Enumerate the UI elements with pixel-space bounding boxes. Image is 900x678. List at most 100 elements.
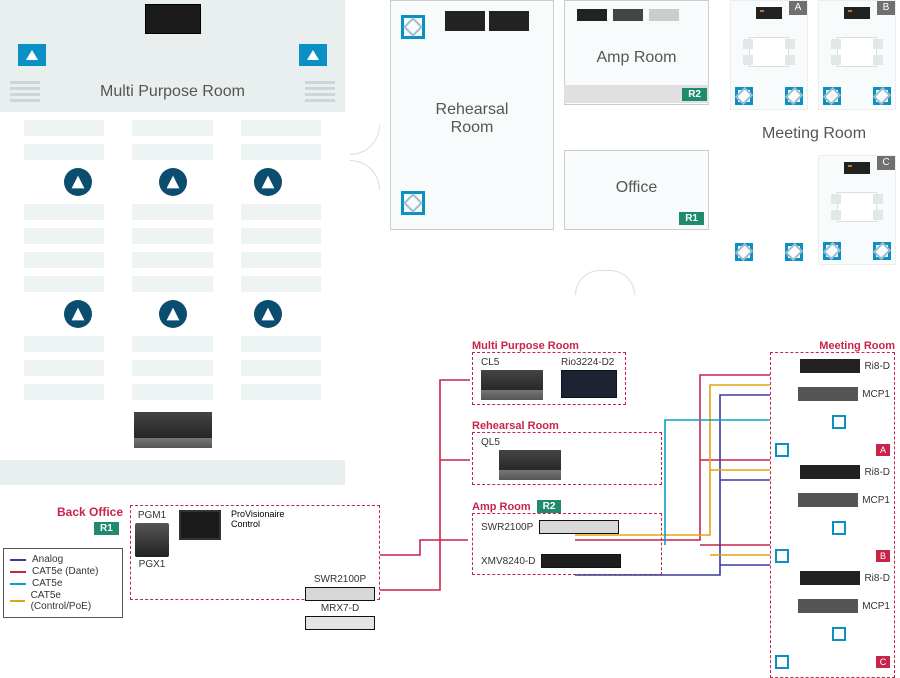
door-icon bbox=[575, 270, 605, 295]
room-office: Office R1 bbox=[564, 150, 709, 230]
foh-area bbox=[0, 400, 345, 460]
seat bbox=[24, 336, 104, 352]
chair bbox=[873, 210, 883, 220]
legend: Analog CAT5e (Dante) CAT5e CAT5e (Contro… bbox=[3, 548, 123, 618]
tile-badge: C bbox=[877, 156, 895, 170]
cell-speakers bbox=[819, 87, 895, 105]
list-item: Ri8-D bbox=[775, 569, 890, 587]
seat bbox=[24, 120, 104, 136]
list-item: Ri8-D bbox=[775, 357, 890, 375]
ceiling-speakers-row bbox=[0, 292, 345, 336]
sd-back-office-title: Back Office bbox=[57, 505, 123, 519]
chair bbox=[831, 39, 841, 49]
device-swr2100p: SWR2100P bbox=[481, 520, 653, 534]
wall-speaker-icon bbox=[401, 191, 425, 215]
device-cl5: CL5 bbox=[481, 357, 543, 400]
sd-amp: Amp Room R2 SWR2100P XMV8240-D bbox=[472, 500, 662, 575]
device-provisionaire bbox=[179, 510, 221, 540]
room-rehearsal: Rehearsal Room bbox=[390, 0, 554, 230]
seat bbox=[24, 384, 104, 400]
seat bbox=[132, 276, 212, 292]
rehearsal-devices bbox=[445, 11, 529, 31]
door-icon bbox=[350, 160, 380, 190]
legend-item: CAT5e (Control/PoE) bbox=[10, 590, 116, 612]
room-header: Multi Purpose Room bbox=[0, 72, 345, 112]
ri8d-icon bbox=[756, 7, 782, 19]
list-item bbox=[775, 519, 890, 537]
device-label: ProVisionaire Control bbox=[231, 510, 291, 530]
seat bbox=[24, 204, 104, 220]
device-swr2100p: SWR2100P bbox=[305, 574, 375, 601]
wall-speaker-icon bbox=[785, 243, 803, 261]
sd-meeting-group: Ri8-D MCP1 C bbox=[775, 569, 890, 671]
wall-speaker-icon bbox=[775, 655, 789, 669]
device-icon bbox=[577, 9, 607, 21]
device-label: Rio3224-D2 bbox=[561, 357, 614, 368]
wall-speaker-icon bbox=[775, 549, 789, 563]
wall-speaker-icon bbox=[775, 443, 789, 457]
device-label: PGX1 bbox=[139, 559, 166, 570]
seat-grid bbox=[0, 204, 345, 292]
ceiling-speaker-icon bbox=[254, 300, 282, 328]
stage-speaker-right bbox=[299, 44, 327, 66]
group-tag: B bbox=[876, 550, 890, 562]
seat bbox=[241, 276, 321, 292]
stairs-icon bbox=[10, 81, 40, 103]
sd-back-office: PGM1 PGX1 ProVisionaire Control SWR2100P… bbox=[130, 505, 380, 600]
mcp1-icon bbox=[798, 599, 858, 613]
seat-grid bbox=[0, 336, 345, 400]
ri8d-icon bbox=[800, 465, 860, 479]
device-xmv8240d: XMV8240-D bbox=[481, 554, 653, 568]
chair bbox=[743, 39, 753, 49]
device-label: Ri8-D bbox=[864, 573, 890, 584]
device-icon bbox=[489, 11, 529, 31]
amp-badge-bar: R2 bbox=[564, 85, 709, 103]
switch-icon bbox=[305, 587, 375, 601]
device-icon bbox=[613, 9, 643, 21]
sd-rehearsal: Rehearsal Room QL5 bbox=[472, 420, 662, 485]
chair bbox=[873, 39, 883, 49]
seat bbox=[132, 144, 212, 160]
ceiling-speaker-icon bbox=[64, 168, 92, 196]
legend-label: CAT5e (Dante) bbox=[32, 566, 99, 577]
sd-title: Meeting Room bbox=[770, 340, 895, 352]
seat bbox=[132, 120, 212, 136]
device-label: PGM1 bbox=[138, 510, 166, 521]
tile-badge: B bbox=[877, 1, 895, 15]
ceiling-speaker-icon bbox=[159, 300, 187, 328]
device-mrx7d: MRX7-D bbox=[305, 603, 375, 630]
list-item: A bbox=[775, 441, 890, 459]
device-label: SWR2100P bbox=[481, 522, 533, 533]
mcp1-icon bbox=[798, 387, 858, 401]
room-label-office: Office bbox=[565, 179, 708, 197]
seat bbox=[24, 228, 104, 244]
meeting-cell bbox=[730, 155, 808, 265]
list-item: B bbox=[775, 547, 890, 565]
ri8d-icon bbox=[800, 359, 860, 373]
legend-label: CAT5e (Control/PoE) bbox=[31, 590, 116, 612]
seat bbox=[241, 144, 321, 160]
seat bbox=[241, 384, 321, 400]
room-label-amp: Amp Room bbox=[565, 49, 708, 67]
device-label: Ri8-D bbox=[864, 361, 890, 372]
seat bbox=[241, 120, 321, 136]
seat bbox=[132, 360, 212, 376]
sd-title: Multi Purpose Room bbox=[472, 340, 626, 352]
device-ql5: QL5 bbox=[481, 437, 653, 480]
door-icon bbox=[350, 125, 380, 155]
device-rio3224: Rio3224-D2 bbox=[561, 357, 617, 400]
device-label: Ri8-D bbox=[864, 467, 890, 478]
seat bbox=[24, 144, 104, 160]
wall-speaker-icon bbox=[832, 415, 846, 429]
room-label-mpr: Multi Purpose Room bbox=[100, 83, 245, 101]
list-item bbox=[775, 413, 890, 431]
chair bbox=[831, 194, 841, 204]
seat bbox=[241, 204, 321, 220]
chair bbox=[785, 39, 795, 49]
ceiling-speaker-icon bbox=[159, 168, 187, 196]
wall-speaker-icon bbox=[735, 87, 753, 105]
badge-r1-sd: R1 bbox=[94, 522, 119, 535]
switch-icon bbox=[539, 520, 619, 534]
seat bbox=[132, 204, 212, 220]
chair bbox=[831, 55, 841, 65]
